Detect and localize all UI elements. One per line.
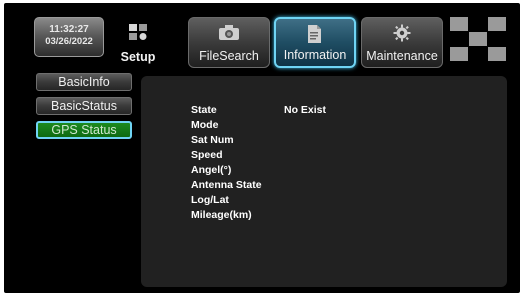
clock-date: 03/26/2022 bbox=[45, 36, 93, 47]
sidebar-item-basicinfo[interactable]: BasicInfo bbox=[36, 73, 132, 91]
camera-icon bbox=[219, 25, 239, 40]
field-label-antenna-state: Antenna State bbox=[191, 179, 262, 191]
field-label-speed: Speed bbox=[191, 149, 223, 161]
tab-setup-label: Setup bbox=[120, 50, 156, 64]
tab-filesearch-label: FileSearch bbox=[199, 49, 259, 63]
field-label-mileage: Mileage(km) bbox=[191, 209, 252, 221]
sidebar-item-basicstatus[interactable]: BasicStatus bbox=[36, 97, 132, 115]
sidebar-item-label: BasicInfo bbox=[58, 75, 110, 89]
field-label-sat-num: Sat Num bbox=[191, 134, 234, 146]
sidebar-item-label: GPS Status bbox=[51, 123, 117, 137]
setup-icon bbox=[129, 24, 147, 40]
gear-icon bbox=[393, 24, 411, 42]
tab-information[interactable]: Information bbox=[274, 17, 356, 68]
tab-information-label: Information bbox=[283, 48, 347, 62]
field-label-angel: Angel(°) bbox=[191, 164, 232, 176]
field-label-state: State bbox=[191, 104, 217, 116]
tab-filesearch[interactable]: FileSearch bbox=[188, 17, 270, 68]
gps-status-panel: State No Exist Mode Sat Num Speed Angel(… bbox=[141, 76, 507, 287]
clock-display: 11:32:27 03/26/2022 bbox=[34, 17, 104, 57]
tab-maintenance-label: Maintenance bbox=[366, 49, 438, 63]
tab-setup[interactable]: Setup bbox=[108, 17, 168, 68]
sidebar-item-gps-status[interactable]: GPS Status bbox=[36, 121, 132, 139]
clock-time: 11:32:27 bbox=[49, 24, 89, 35]
tab-maintenance[interactable]: Maintenance bbox=[361, 17, 443, 68]
field-label-log-lat: Log/Lat bbox=[191, 194, 229, 206]
dvr-screen: 11:32:27 03/26/2022 Setup FileSearch Inf… bbox=[4, 3, 520, 293]
field-value-state: No Exist bbox=[284, 104, 327, 116]
field-label-mode: Mode bbox=[191, 119, 219, 131]
decorative-blocks bbox=[450, 17, 506, 63]
sidebar-item-label: BasicStatus bbox=[50, 99, 117, 113]
document-icon bbox=[308, 25, 321, 43]
